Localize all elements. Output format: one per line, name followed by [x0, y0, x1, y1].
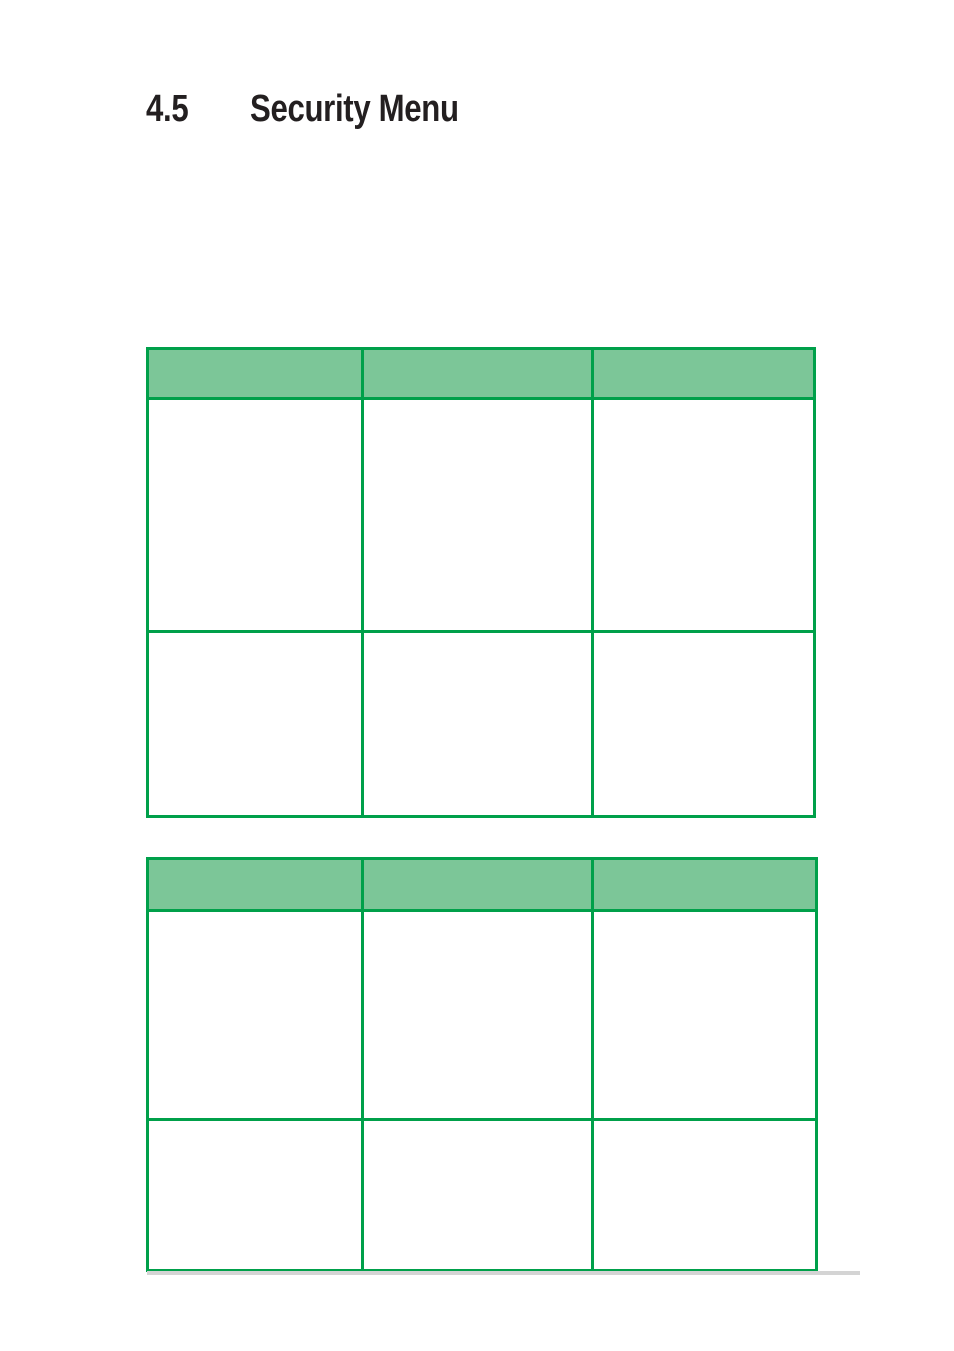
table-header-cell	[146, 347, 364, 400]
table-cell	[361, 1118, 594, 1272]
table-cell	[146, 397, 364, 633]
table-header-cell	[361, 857, 594, 912]
table-cell	[591, 1118, 818, 1272]
table-cell	[146, 1118, 364, 1272]
table-row	[146, 909, 818, 1121]
spec-table-2	[146, 857, 818, 1272]
table-cell	[146, 630, 364, 818]
table-row	[146, 397, 816, 633]
table-header-row	[146, 857, 818, 912]
table-cell	[591, 909, 818, 1121]
table-row	[146, 630, 816, 818]
table-cell	[361, 397, 594, 633]
document-page: 4.5 Security Menu	[0, 0, 954, 1351]
table-header-row	[146, 347, 816, 400]
table-row	[146, 1118, 818, 1272]
table-header-cell	[591, 347, 816, 400]
table-header-cell	[361, 347, 594, 400]
spec-table-1	[146, 347, 816, 818]
table-cell	[146, 909, 364, 1121]
table-cell	[591, 630, 816, 818]
section-number: 4.5	[146, 88, 189, 130]
page-title: 4.5 Security Menu	[146, 86, 846, 138]
footer-rule	[147, 1271, 860, 1275]
section-title: Security Menu	[250, 88, 459, 130]
table-header-cell	[591, 857, 818, 912]
table-cell	[361, 630, 594, 818]
table-header-cell	[146, 857, 364, 912]
table-cell	[361, 909, 594, 1121]
table-cell	[591, 397, 816, 633]
